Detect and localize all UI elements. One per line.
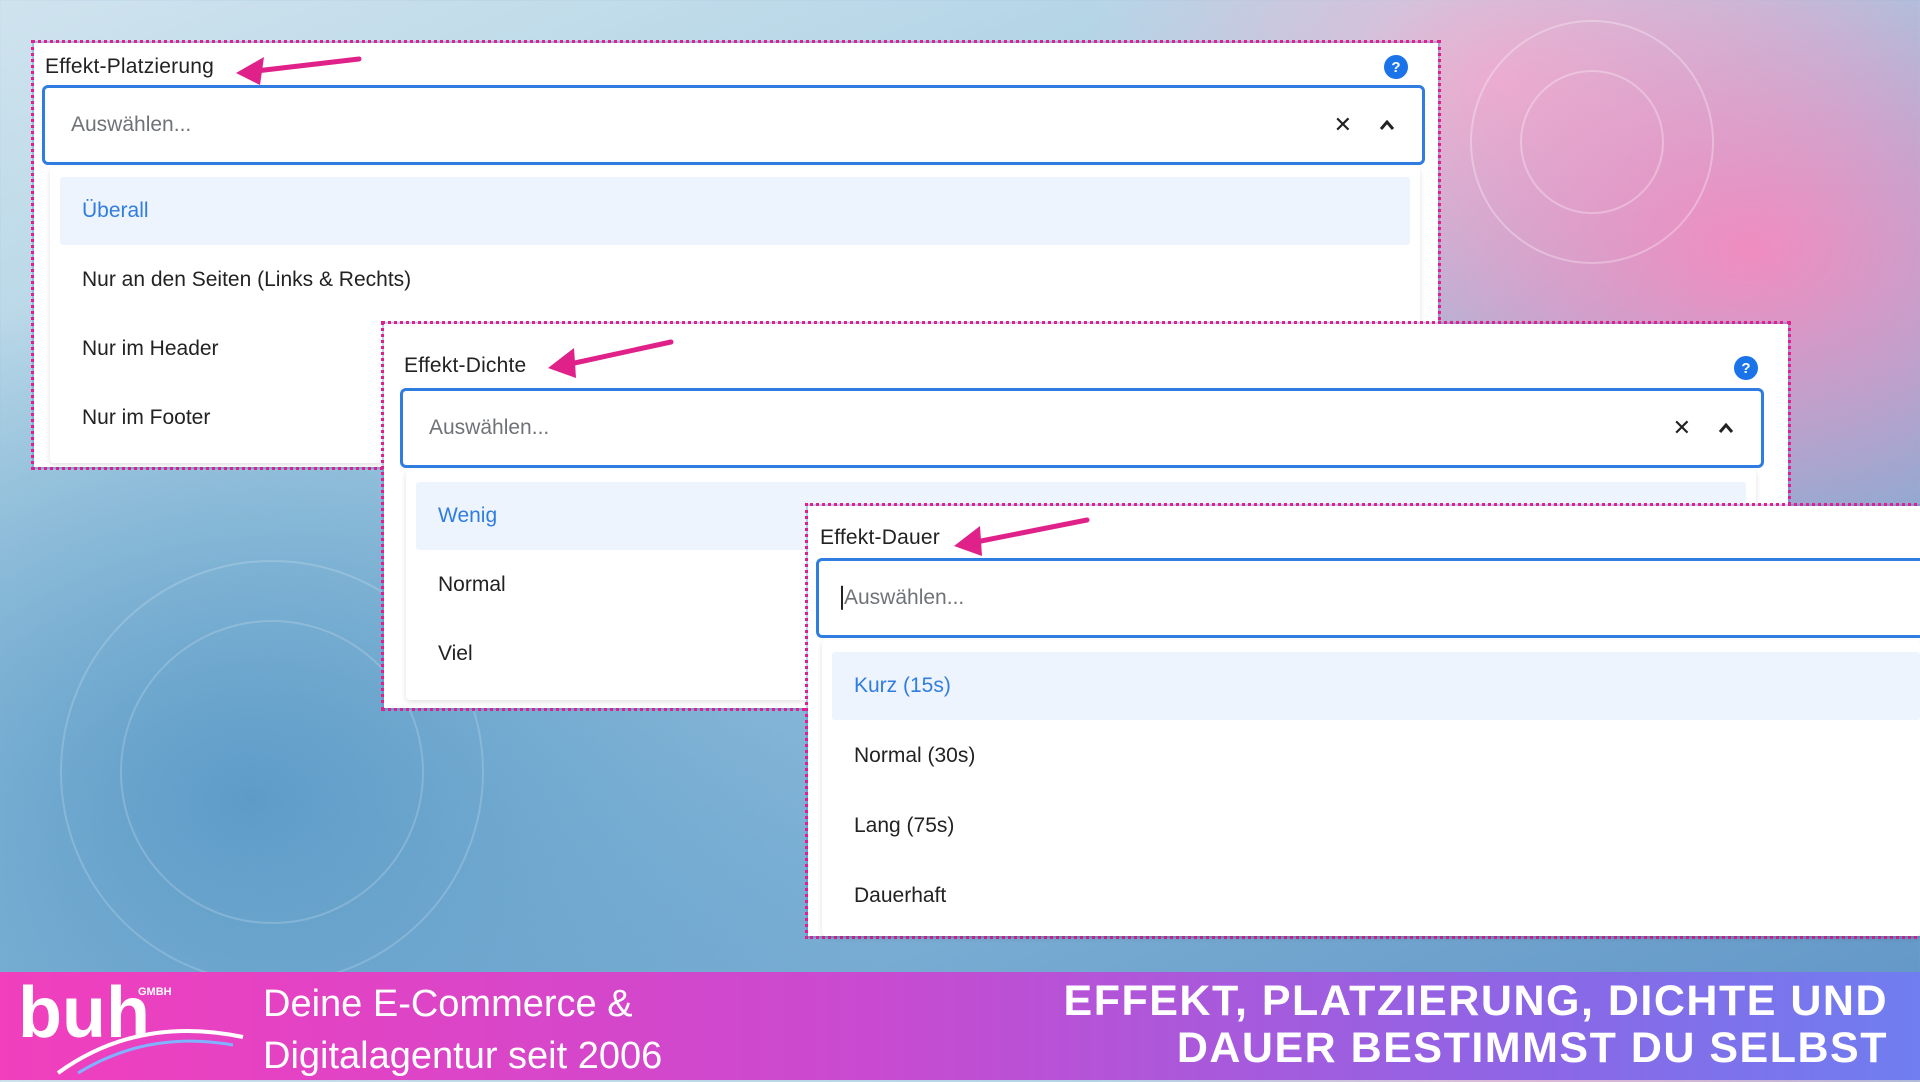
tagline-line-1: Deine E-Commerce & (263, 983, 633, 1025)
footer-headline: EFFEKT, PLATZIERUNG, DICHTE UND DAUER BE… (1064, 978, 1888, 1072)
duration-card: Effekt-Dauer Auswählen... Kurz (15s) Nor… (805, 503, 1920, 939)
highlight-arrow-icon (954, 517, 1090, 556)
density-label: Effekt-Dichte (404, 354, 527, 377)
placement-label: Effekt-Platzierung (45, 55, 214, 78)
option-kurz[interactable]: Kurz (15s) (832, 652, 1920, 720)
option-lang[interactable]: Lang (75s) (832, 792, 1920, 860)
duration-select[interactable]: Auswählen... (816, 558, 1920, 638)
company-logo: buh GMBH (18, 973, 248, 1080)
text-cursor (841, 586, 843, 611)
duration-menu: Kurz (15s) Normal (30s) Lang (75s) Dauer… (822, 640, 1920, 936)
option-dauerhaft[interactable]: Dauerhaft (832, 862, 1920, 930)
clear-icon[interactable]: ✕ (1673, 415, 1691, 441)
density-placeholder: Auswählen... (429, 416, 550, 439)
clear-icon[interactable]: ✕ (1334, 112, 1352, 138)
duration-placeholder: Auswählen... (841, 585, 965, 611)
help-icon[interactable]: ? (1734, 356, 1758, 380)
option-normal-30s[interactable]: Normal (30s) (832, 722, 1920, 790)
logo-text: buh (18, 975, 150, 1053)
background-swirl (120, 620, 424, 924)
chevron-up-icon[interactable] (1718, 422, 1734, 434)
placement-placeholder: Auswählen... (71, 113, 192, 136)
logo-suffix: GMBH (138, 986, 172, 998)
help-icon[interactable]: ? (1384, 55, 1408, 79)
density-select[interactable]: Auswählen... ✕ (400, 388, 1764, 468)
background-swirl (1520, 70, 1664, 214)
footer-tagline: Deine E-Commerce & Digitalagentur seit 2… (263, 978, 662, 1082)
chevron-up-icon[interactable] (1379, 119, 1395, 131)
duration-label: Effekt-Dauer (820, 526, 940, 549)
placement-select[interactable]: Auswählen... ✕ (42, 85, 1425, 165)
headline-line-2: DAUER BESTIMMST DU SELBST (1176, 1024, 1888, 1072)
option-seiten[interactable]: Nur an den Seiten (Links & Rechts) (60, 246, 1410, 314)
option-ueberall[interactable]: Überall (60, 177, 1410, 245)
highlight-arrow-icon (548, 339, 674, 378)
headline-line-1: EFFEKT, PLATZIERUNG, DICHTE UND (1063, 977, 1888, 1025)
tagline-line-2: Digitalagentur seit 2006 (263, 1035, 663, 1077)
duration-placeholder-text: Auswählen... (844, 585, 965, 609)
highlight-arrow-icon (236, 56, 362, 85)
